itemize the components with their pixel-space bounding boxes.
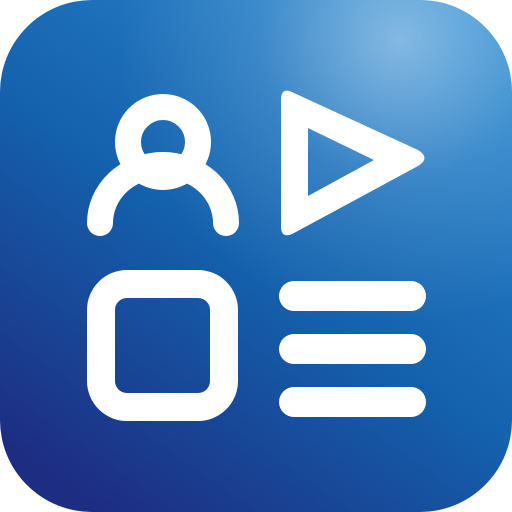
icon-background — [0, 0, 512, 512]
app-icon-tile[interactable] — [0, 0, 512, 512]
app-icon-canvas — [0, 0, 512, 512]
